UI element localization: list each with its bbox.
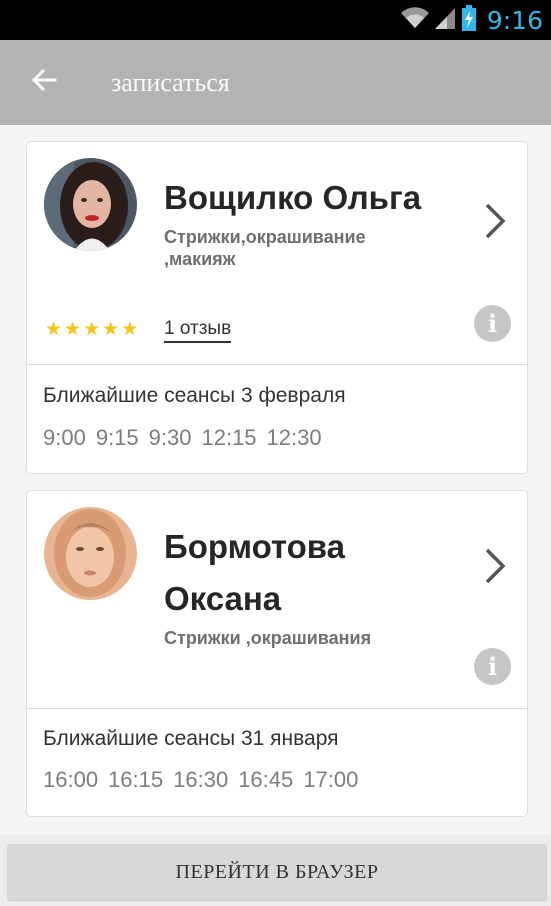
time-slot[interactable]: 16:45 bbox=[238, 767, 293, 793]
master-services: Стрижки,окрашивание ,макияж bbox=[164, 227, 366, 269]
status-bar: 9:16 bbox=[0, 0, 551, 40]
time-slot[interactable]: 16:15 bbox=[108, 767, 163, 793]
star-icon: ★ bbox=[45, 319, 63, 340]
bottom-bar: ПЕРЕЙТИ В БРАУЗЕР bbox=[0, 835, 551, 906]
time-slot[interactable]: 16:30 bbox=[173, 767, 228, 793]
signal-icon bbox=[434, 6, 457, 35]
back-button[interactable] bbox=[22, 60, 66, 104]
info-icon[interactable]: i bbox=[474, 305, 511, 342]
avatar bbox=[44, 507, 137, 600]
arrow-left-icon bbox=[31, 68, 57, 97]
time-slot[interactable]: 9:00 bbox=[43, 425, 86, 451]
chevron-right-icon[interactable] bbox=[479, 544, 511, 588]
master-card[interactable]: Вощилко Ольга Стрижки,окрашивание ,макия… bbox=[26, 141, 528, 474]
time-slot[interactable]: 12:15 bbox=[201, 425, 256, 451]
time-slot[interactable]: 12:30 bbox=[267, 425, 322, 451]
app-bar: записаться bbox=[0, 40, 551, 125]
rating-stars: ★ ★ ★ ★ ★ bbox=[45, 320, 138, 340]
time-slot[interactable]: 17:00 bbox=[303, 767, 358, 793]
time-slots: 16:00 16:15 16:30 16:45 17:00 bbox=[43, 767, 358, 793]
master-card[interactable]: Бормотова Оксана Стрижки ,окрашивания i … bbox=[26, 490, 528, 817]
wifi-icon bbox=[399, 6, 431, 35]
info-icon[interactable]: i bbox=[474, 648, 511, 685]
star-icon: ★ bbox=[83, 319, 101, 340]
avatar bbox=[44, 158, 137, 251]
open-browser-button[interactable]: ПЕРЕЙТИ В БРАУЗЕР bbox=[7, 844, 547, 900]
page-title: записаться bbox=[111, 68, 230, 97]
divider bbox=[27, 364, 527, 365]
time-slots: 9:00 9:15 9:30 12:15 12:30 bbox=[43, 425, 322, 451]
status-icons: 9:16 bbox=[399, 4, 543, 36]
reviews-link[interactable]: 1 отзыв bbox=[164, 318, 232, 343]
chevron-right-icon[interactable] bbox=[479, 199, 511, 243]
time-slot[interactable]: 9:15 bbox=[96, 425, 139, 451]
time-slot[interactable]: 9:30 bbox=[149, 425, 192, 451]
status-time: 9:16 bbox=[486, 5, 543, 35]
time-slot[interactable]: 16:00 bbox=[43, 767, 98, 793]
master-name-line: Бормотова bbox=[164, 528, 346, 565]
star-icon: ★ bbox=[121, 319, 139, 340]
master-name-line: Оксана bbox=[164, 580, 282, 617]
star-icon: ★ bbox=[64, 319, 82, 340]
master-services: Стрижки ,окрашивания bbox=[164, 628, 372, 648]
sessions-title: Ближайшие сеансы 3 февраля bbox=[43, 384, 346, 407]
masters-list: Вощилко Ольга Стрижки,окрашивание ,макия… bbox=[0, 125, 551, 835]
sessions-title: Ближайшие сеансы 31 января bbox=[43, 727, 339, 750]
battery-charging-icon bbox=[461, 4, 477, 36]
divider bbox=[27, 708, 527, 709]
master-name: Вощилко Ольга bbox=[164, 179, 422, 216]
star-icon: ★ bbox=[102, 319, 120, 340]
